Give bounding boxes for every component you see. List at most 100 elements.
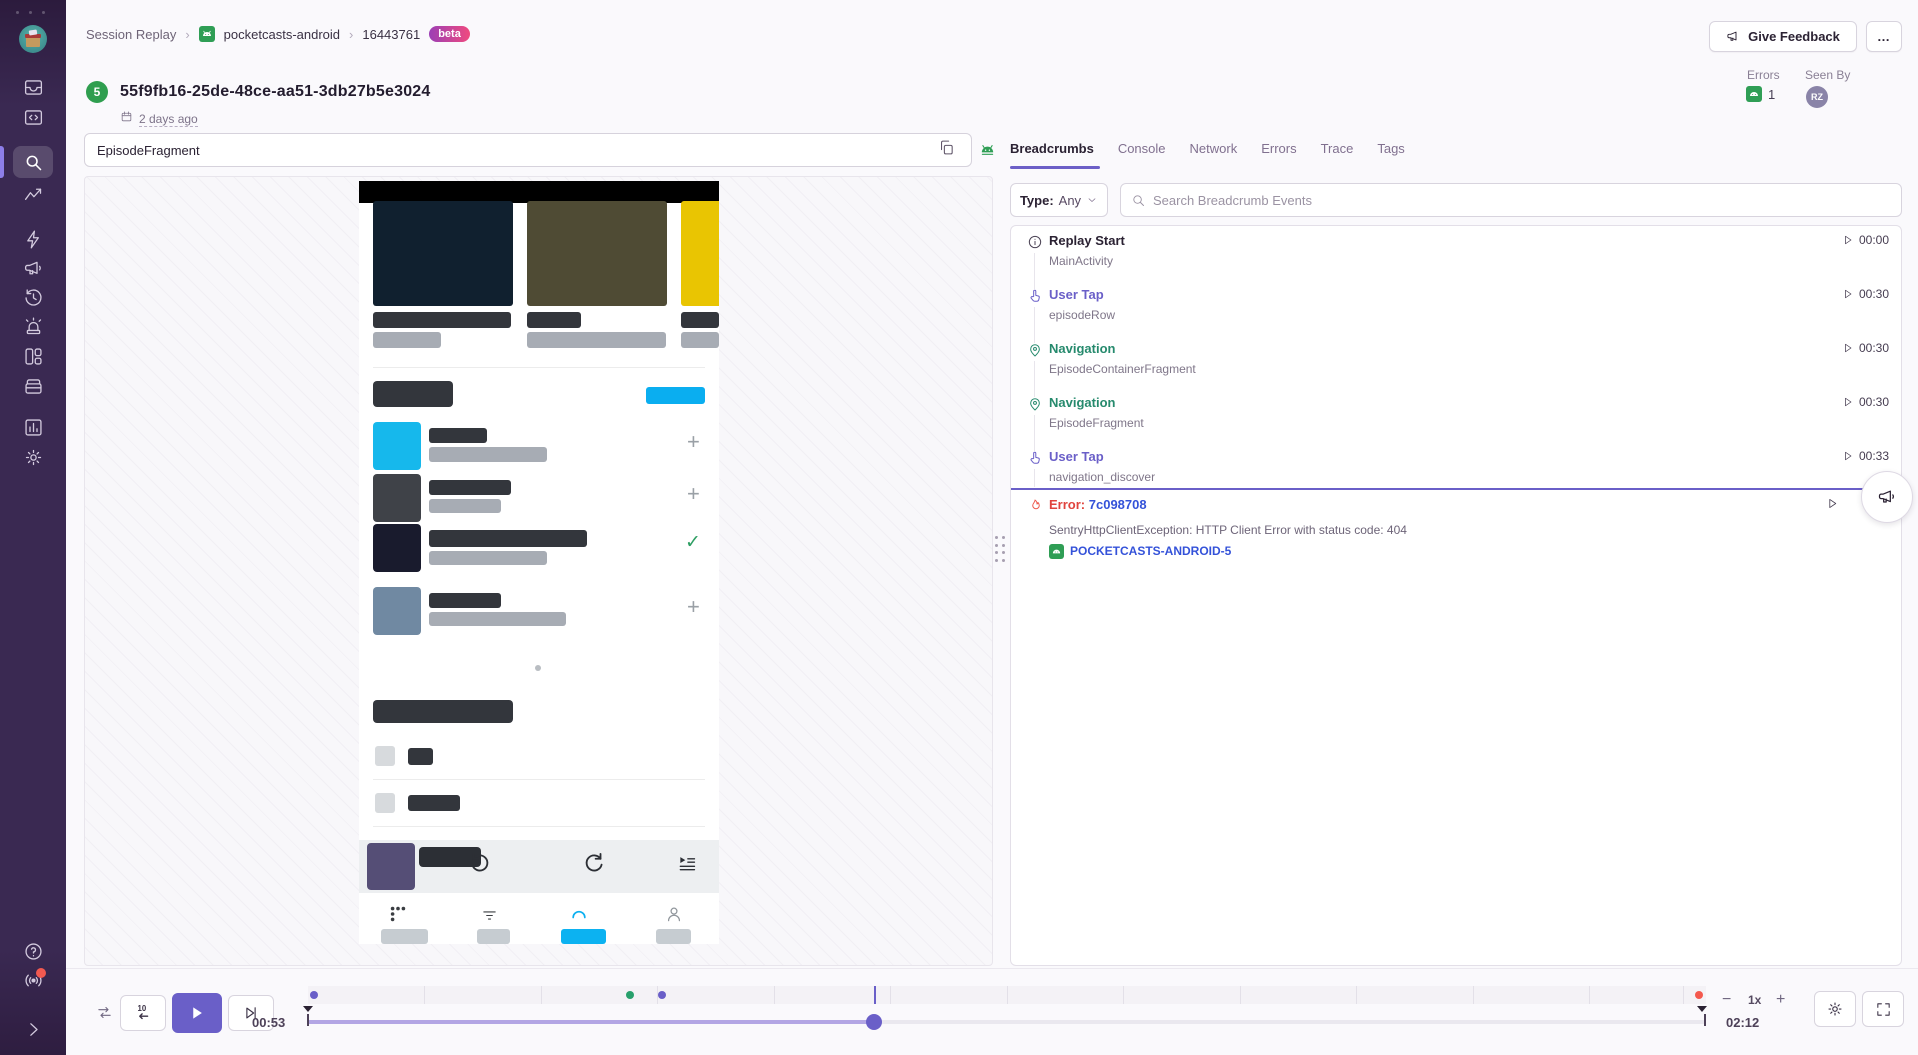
project-issue-link[interactable]: POCKETCASTS-ANDROID-5 xyxy=(1070,544,1231,558)
replay-viewport[interactable]: + + ✓ + xyxy=(84,176,993,966)
navigation-pin-icon xyxy=(1027,342,1043,358)
stats-bar-chart-icon[interactable] xyxy=(23,417,44,438)
event-description: MainActivity xyxy=(1049,254,1113,268)
event-title: User Tap xyxy=(1049,287,1104,302)
title-row: 5 55f9fb16-25de-48ce-aa51-3db27b5e3024 xyxy=(86,81,431,103)
breadcrumb-project[interactable]: pocketcasts-android xyxy=(224,27,340,42)
releases-archive-icon[interactable] xyxy=(23,376,44,397)
org-avatar[interactable] xyxy=(19,25,47,53)
fullscreen-button[interactable] xyxy=(1862,991,1904,1027)
play-icon xyxy=(1842,288,1854,300)
sidebar-top-dots xyxy=(16,11,45,14)
svg-text:10: 10 xyxy=(138,1004,147,1013)
timeline-marker-tap[interactable] xyxy=(658,991,666,999)
errors-count[interactable]: 1 xyxy=(1746,86,1775,102)
phone-text-bar xyxy=(527,332,666,348)
phone-nav-profile-icon xyxy=(664,904,684,929)
timeline-events-track[interactable] xyxy=(308,986,1706,1004)
event-connector xyxy=(1034,415,1035,451)
search-icon xyxy=(1131,193,1146,208)
type-filter-value: Any xyxy=(1059,193,1081,208)
monitors-siren-icon[interactable] xyxy=(23,316,44,337)
replays-history-icon[interactable] xyxy=(23,287,44,308)
play-icon xyxy=(1842,450,1854,462)
panel-resize-handle[interactable] xyxy=(995,536,1005,562)
sentry-replay-page: Session Replay › pocketcasts-android › 1… xyxy=(0,0,1918,1055)
tab-trace[interactable]: Trace xyxy=(1321,141,1354,156)
projects-icon[interactable] xyxy=(23,107,44,128)
event-connector xyxy=(1034,469,1035,487)
breadcrumb-replay-number[interactable]: 16443761 xyxy=(362,27,420,42)
event-timestamp[interactable]: 00:30 xyxy=(1842,287,1889,301)
play-button[interactable] xyxy=(172,993,222,1033)
timeline-zoom-in[interactable]: + xyxy=(1776,992,1785,1008)
alerts-lightning-icon[interactable] xyxy=(23,229,44,250)
overflow-menu-button[interactable]: … xyxy=(1866,21,1902,52)
phone-text-bar xyxy=(429,428,487,443)
replay-age[interactable]: 2 days ago xyxy=(139,112,198,127)
event-title: Replay Start xyxy=(1049,233,1125,248)
event-timestamp[interactable]: 00:30 xyxy=(1842,341,1889,355)
phone-row-thumb xyxy=(373,422,421,470)
phone-nav-label-bar xyxy=(477,929,510,944)
calendar-icon xyxy=(120,110,133,128)
phone-text-bar xyxy=(429,447,547,462)
issues-icon[interactable] xyxy=(23,77,44,98)
timeline-zoom-out[interactable]: − xyxy=(1722,992,1731,1008)
phone-plus-icon: + xyxy=(687,431,700,453)
event-description: navigation_discover xyxy=(1049,470,1155,484)
phone-nav-filter-icon xyxy=(481,907,498,929)
phone-plus-icon: + xyxy=(687,483,700,505)
tab-tags[interactable]: Tags xyxy=(1377,141,1404,156)
swap-player-icon[interactable] xyxy=(96,1004,113,1026)
chevron-down-icon xyxy=(1086,194,1098,206)
timeline-marker-start[interactable] xyxy=(310,991,318,999)
tab-console[interactable]: Console xyxy=(1118,141,1166,156)
event-timestamp[interactable]: 00:33 xyxy=(1842,449,1889,463)
play-icon xyxy=(188,1004,206,1022)
android-project-icon xyxy=(199,26,215,42)
floating-feedback-button[interactable] xyxy=(1861,471,1913,523)
seek-handle[interactable] xyxy=(866,1014,882,1030)
bottom-bar-divider xyxy=(66,968,1918,969)
phone-text-bar xyxy=(429,612,566,626)
tab-errors[interactable]: Errors xyxy=(1261,141,1296,156)
replay-search-input[interactable] xyxy=(84,133,972,167)
navigation-pin-icon xyxy=(1027,396,1043,412)
sidebar-expand-chevron-icon[interactable] xyxy=(23,1019,44,1040)
info-icon xyxy=(1027,234,1043,250)
event-timestamp[interactable]: 00:00 xyxy=(1842,233,1889,247)
error-play-icon[interactable] xyxy=(1826,497,1839,515)
phone-text-bar xyxy=(527,312,581,328)
timeline-marker-error[interactable] xyxy=(1695,991,1703,999)
type-filter-dropdown[interactable]: Type: Any xyxy=(1010,183,1108,217)
rewind-10-button[interactable]: 10 xyxy=(120,995,166,1031)
event-timestamp[interactable]: 00:30 xyxy=(1842,395,1889,409)
phone-card-navy xyxy=(373,201,513,306)
timeline-marker-navigation[interactable] xyxy=(626,991,634,999)
dashboards-trend-icon[interactable] xyxy=(23,184,44,205)
tab-network[interactable]: Network xyxy=(1190,141,1238,156)
seek-start-tick xyxy=(307,1014,309,1026)
settings-gear-icon[interactable] xyxy=(23,447,44,468)
playback-speed[interactable]: 1x xyxy=(1748,994,1761,1006)
help-icon[interactable] xyxy=(23,941,44,962)
play-icon xyxy=(1842,342,1854,354)
phone-nav-grid-icon xyxy=(389,905,407,928)
feedback-megaphone-icon[interactable] xyxy=(23,258,44,279)
explore-search-icon[interactable] xyxy=(23,152,44,173)
breadcrumb-session-replay[interactable]: Session Replay xyxy=(86,27,176,42)
phone-section-header xyxy=(373,381,453,407)
insights-blocks-icon[interactable] xyxy=(23,346,44,367)
breadcrumb-search-input[interactable] xyxy=(1153,193,1891,208)
tab-breadcrumbs[interactable]: Breadcrumbs xyxy=(1010,141,1094,156)
copy-icon[interactable] xyxy=(938,139,962,163)
event-title: Navigation xyxy=(1049,341,1115,356)
phone-divider xyxy=(373,779,705,780)
seek-bar[interactable] xyxy=(308,1020,1706,1024)
player-settings-button[interactable] xyxy=(1814,991,1856,1027)
give-feedback-button[interactable]: Give Feedback xyxy=(1709,21,1857,52)
error-id-link[interactable]: 7c098708 xyxy=(1089,497,1147,512)
timeline-end-caret xyxy=(1697,1006,1707,1012)
seek-bar-progress xyxy=(308,1020,874,1024)
